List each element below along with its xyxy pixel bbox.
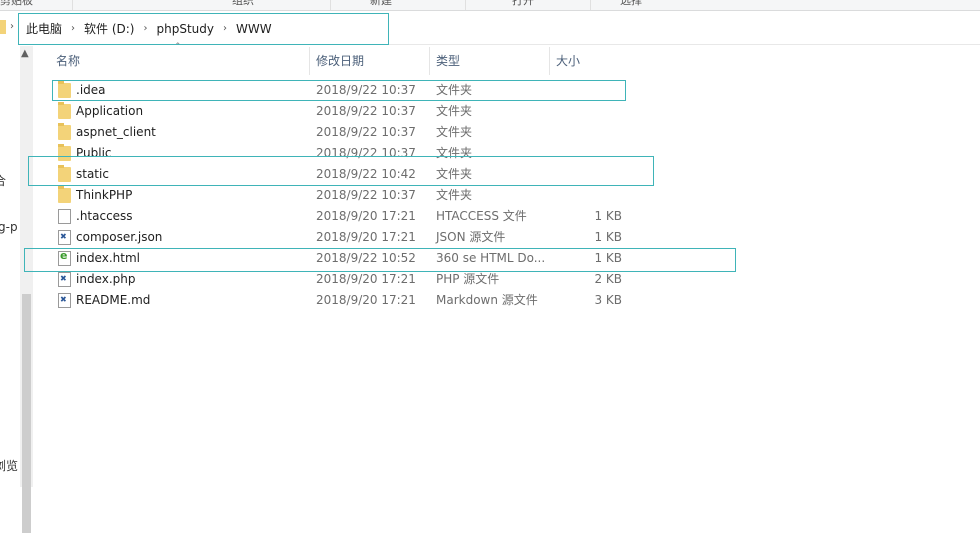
ribbon-caption-clipboard: 剪贴板	[0, 0, 33, 7]
file-name[interactable]: composer.json	[76, 227, 162, 248]
file-date: 2018/9/22 10:37	[316, 83, 416, 97]
file-name[interactable]: index.php	[76, 269, 135, 290]
file-row[interactable]: .htaccess 2018/9/20 17:21 HTACCESS 文件 1 …	[50, 206, 650, 227]
scrollbar-thumb[interactable]	[22, 294, 31, 533]
file-name[interactable]: Application	[76, 101, 143, 122]
ribbon-caption-organize: 组织	[232, 0, 254, 7]
vertical-scrollbar[interactable]: ▲	[20, 46, 33, 533]
file-date: 2018/9/22 10:37	[316, 125, 416, 139]
file-name[interactable]: ThinkPHP	[76, 185, 132, 206]
file-name[interactable]: static	[76, 164, 109, 185]
file-row[interactable]: Application 2018/9/22 10:37 文件夹	[50, 101, 650, 122]
file-name[interactable]: README.md	[76, 290, 150, 311]
chevron-right-icon[interactable]: ›	[223, 23, 227, 34]
ribbon-divider	[72, 0, 73, 10]
file-type: Markdown 源文件	[436, 293, 538, 307]
scroll-up-icon[interactable]: ▲	[21, 48, 29, 59]
breadcrumb-drive-d[interactable]: 软件 (D:)	[84, 20, 134, 37]
file-type: 文件夹	[436, 125, 473, 139]
navigation-pane: 合 g-p 浏览	[0, 44, 18, 487]
file-date: 2018/9/22 10:37	[316, 104, 416, 118]
file-row[interactable]: ThinkPHP 2018/9/22 10:37 文件夹	[50, 185, 650, 206]
ribbon-strip: 剪贴板 组织 新建 打开 选择	[0, 0, 980, 11]
file-size: 2 KB	[594, 272, 622, 286]
code-file-icon	[58, 293, 71, 308]
column-header-type[interactable]: 类型	[430, 47, 550, 75]
folder-icon	[58, 186, 71, 203]
file-date: 2018/9/22 10:52	[316, 251, 416, 265]
file-type: 360 se HTML Do...	[436, 251, 546, 265]
file-type: HTACCESS 文件	[436, 209, 527, 223]
folder-icon	[58, 102, 71, 119]
folder-icon	[58, 123, 71, 140]
ribbon-caption-select: 选择	[620, 0, 642, 7]
file-size: 3 KB	[594, 293, 622, 307]
file-name[interactable]: Public	[76, 143, 112, 164]
ribbon-caption-new: 新建	[370, 0, 392, 7]
file-type: 文件夹	[436, 167, 473, 181]
breadcrumb-www[interactable]: WWW	[236, 22, 272, 36]
column-header-size[interactable]: 大小	[550, 47, 620, 75]
file-date: 2018/9/22 10:42	[316, 167, 416, 181]
file-size: 1 KB	[594, 209, 622, 223]
breadcrumb-phpstudy[interactable]: phpStudy	[156, 22, 214, 36]
folder-icon	[58, 165, 71, 182]
file-type: 文件夹	[436, 146, 473, 160]
file-row[interactable]: README.md 2018/9/20 17:21 Markdown 源文件 3…	[50, 290, 650, 311]
folder-icon	[58, 144, 71, 161]
ribbon-divider	[330, 0, 331, 10]
file-date: 2018/9/20 17:21	[316, 209, 416, 223]
nav-pane-text[interactable]: 合	[0, 172, 6, 189]
address-bar[interactable]: › 此电脑 › 软件 (D:) › phpStudy › WWW	[0, 12, 980, 45]
file-name[interactable]: index.html	[76, 248, 140, 269]
chevron-right-icon[interactable]: ›	[10, 21, 14, 32]
chevron-right-icon[interactable]: ›	[71, 23, 75, 34]
code-file-icon	[58, 230, 71, 245]
file-name[interactable]: .idea	[76, 80, 106, 101]
file-row[interactable]: aspnet_client 2018/9/22 10:37 文件夹	[50, 122, 650, 143]
column-header-name[interactable]: 名称	[50, 47, 310, 75]
code-file-icon	[58, 272, 71, 287]
browser-file-icon	[58, 249, 71, 266]
folder-icon	[58, 81, 71, 98]
file-date: 2018/9/22 10:37	[316, 188, 416, 202]
file-row[interactable]: index.php 2018/9/20 17:21 PHP 源文件 2 KB	[50, 269, 650, 290]
file-row[interactable]: .idea 2018/9/22 10:37 文件夹	[50, 80, 650, 101]
file-type: 文件夹	[436, 83, 473, 97]
file-type: PHP 源文件	[436, 272, 500, 286]
file-type: JSON 源文件	[436, 230, 506, 244]
file-name[interactable]: aspnet_client	[76, 122, 156, 143]
file-name[interactable]: .htaccess	[76, 206, 133, 227]
file-row[interactable]: index.html 2018/9/22 10:52 360 se HTML D…	[50, 248, 650, 269]
file-row[interactable]: composer.json 2018/9/20 17:21 JSON 源文件 1…	[50, 227, 650, 248]
file-date: 2018/9/20 17:21	[316, 230, 416, 244]
nav-pane-text[interactable]: g-p	[0, 220, 18, 234]
blank-file-icon	[58, 209, 71, 224]
file-size: 1 KB	[594, 251, 622, 265]
file-size: 1 KB	[594, 230, 622, 244]
file-type: 文件夹	[436, 104, 473, 118]
file-date: 2018/9/22 10:37	[316, 146, 416, 160]
breadcrumb-this-pc[interactable]: 此电脑	[26, 20, 62, 37]
file-row[interactable]: Public 2018/9/22 10:37 文件夹	[50, 143, 650, 164]
file-row[interactable]: static 2018/9/22 10:42 文件夹	[50, 164, 650, 185]
folder-icon	[0, 20, 6, 34]
ribbon-divider	[590, 0, 591, 10]
nav-pane-text[interactable]: 浏览	[0, 457, 18, 474]
file-date: 2018/9/20 17:21	[316, 293, 416, 307]
ribbon-caption-open: 打开	[512, 0, 534, 7]
file-date: 2018/9/20 17:21	[316, 272, 416, 286]
breadcrumb: 此电脑 › 软件 (D:) › phpStudy › WWW	[26, 20, 272, 37]
ribbon-divider	[465, 0, 466, 10]
chevron-right-icon[interactable]: ›	[143, 23, 147, 34]
column-header-date[interactable]: 修改日期	[310, 47, 430, 75]
file-type: 文件夹	[436, 188, 473, 202]
